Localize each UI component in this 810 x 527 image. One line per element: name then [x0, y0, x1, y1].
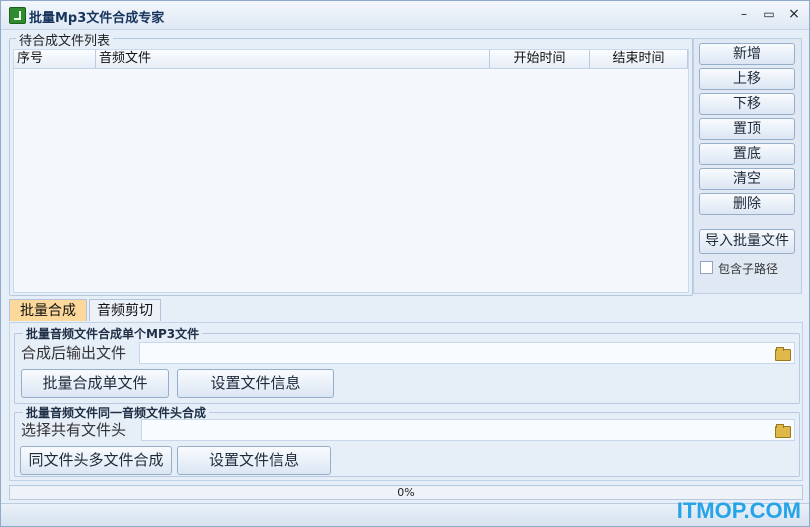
folder-open-icon[interactable]	[775, 424, 791, 438]
set-file-info-button[interactable]: 设置文件信息	[177, 369, 334, 398]
close-button[interactable]: ×	[786, 7, 802, 21]
include-subpath-checkbox[interactable]	[700, 261, 713, 274]
file-list-group: 待合成文件列表 序号 音频文件 开始时间 结束时间	[9, 30, 693, 296]
move-to-top-button[interactable]: 置顶	[699, 118, 795, 140]
same-header-merge-button[interactable]: 同文件头多文件合成	[20, 446, 172, 475]
column-header-end-time[interactable]: 结束时间	[590, 50, 688, 68]
batch-merge-single-button[interactable]: 批量合成单文件	[21, 369, 169, 398]
tab-batch-merge[interactable]: 批量合成	[9, 299, 87, 321]
include-subpath-label: 包含子路径	[718, 262, 779, 276]
move-down-button[interactable]: 下移	[699, 93, 795, 115]
move-to-bottom-button[interactable]: 置底	[699, 143, 795, 165]
window-title: 批量Mp3文件合成专家	[29, 11, 165, 26]
clear-button[interactable]: 清空	[699, 168, 795, 190]
app-window: 批量Mp3文件合成专家 – ▭ × 待合成文件列表 序号 音频文件 开始时间 结…	[0, 0, 810, 527]
title-bar: 批量Mp3文件合成专家 – ▭ ×	[1, 1, 809, 30]
tab-audio-cut[interactable]: 音频剪切	[89, 299, 161, 321]
column-header-index[interactable]: 序号	[14, 50, 96, 68]
move-up-button[interactable]: 上移	[699, 68, 795, 90]
include-subpath-option[interactable]: 包含子路径	[700, 260, 778, 277]
batch-merge-panel: 批量音频文件合成单个MP3文件 合成后输出文件 批量合成单文件 设置文件信息 批…	[9, 322, 803, 481]
output-file-field[interactable]	[139, 342, 795, 364]
maximize-button[interactable]: ▭	[761, 7, 777, 21]
list-actions-panel: 新增 上移 下移 置顶 置底 清空 删除 导入批量文件 包含子路径	[693, 38, 802, 294]
merge-header-group: 批量音频文件同一音频文件头合成 选择共有文件头 同文件头多文件合成 设置文件信息	[14, 404, 800, 477]
status-bar: ITMOP.COM	[1, 498, 809, 526]
file-list-header: 序号 音频文件 开始时间 结束时间	[14, 50, 688, 69]
folder-open-icon[interactable]	[775, 347, 791, 361]
shared-header-label: 选择共有文件头	[21, 421, 127, 439]
merge-single-legend: 批量音频文件合成单个MP3文件	[23, 325, 203, 342]
watermark: ITMOP.COM	[676, 498, 801, 523]
set-file-info-button-2[interactable]: 设置文件信息	[177, 446, 331, 475]
column-header-start-time[interactable]: 开始时间	[490, 50, 590, 68]
app-logo-icon	[9, 7, 26, 24]
shared-header-field[interactable]	[141, 419, 795, 441]
delete-button[interactable]: 删除	[699, 193, 795, 215]
add-button[interactable]: 新增	[699, 43, 795, 65]
merge-single-group: 批量音频文件合成单个MP3文件 合成后输出文件 批量合成单文件 设置文件信息	[14, 325, 800, 404]
file-list[interactable]: 序号 音频文件 开始时间 结束时间	[13, 49, 689, 293]
minimize-button[interactable]: –	[736, 7, 752, 21]
file-list-legend: 待合成文件列表	[16, 30, 114, 49]
import-batch-button[interactable]: 导入批量文件	[699, 229, 795, 254]
output-file-label: 合成后输出文件	[21, 344, 127, 362]
column-header-audio-file[interactable]: 音频文件	[96, 50, 490, 68]
